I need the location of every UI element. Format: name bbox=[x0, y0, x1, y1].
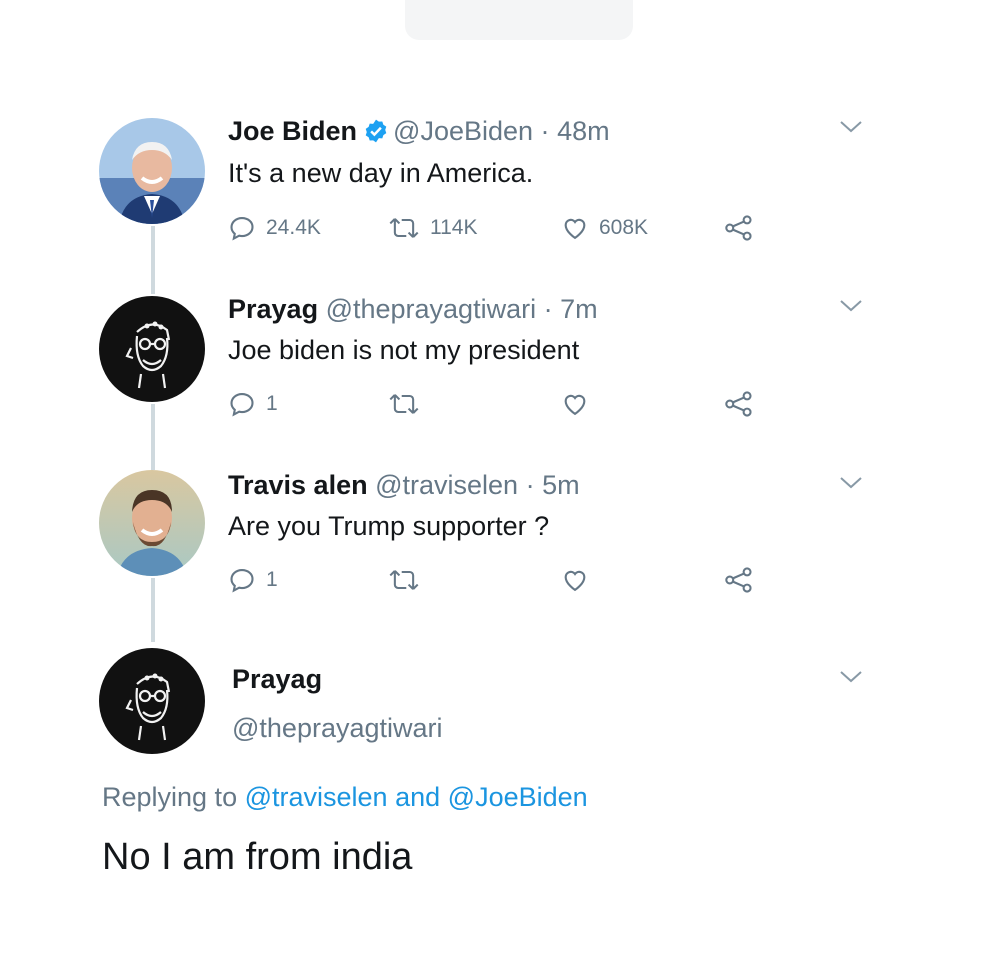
chevron-down-icon[interactable] bbox=[838, 668, 864, 691]
focused-reply: Prayag @theprayagtiwari Replying to @tra… bbox=[0, 0, 1000, 900]
avatar[interactable] bbox=[99, 648, 205, 754]
handle[interactable]: @theprayagtiwari bbox=[232, 713, 443, 744]
conjunction: and bbox=[395, 782, 441, 812]
replying-to-label: Replying to bbox=[102, 782, 238, 812]
display-name[interactable]: Prayag bbox=[232, 664, 322, 695]
mention-link[interactable]: @JoeBiden bbox=[448, 782, 588, 812]
reply-text: No I am from india bbox=[102, 836, 413, 878]
replying-to-line: Replying to @traviselen and @JoeBiden bbox=[102, 782, 588, 813]
mention-link[interactable]: @traviselen bbox=[245, 782, 388, 812]
